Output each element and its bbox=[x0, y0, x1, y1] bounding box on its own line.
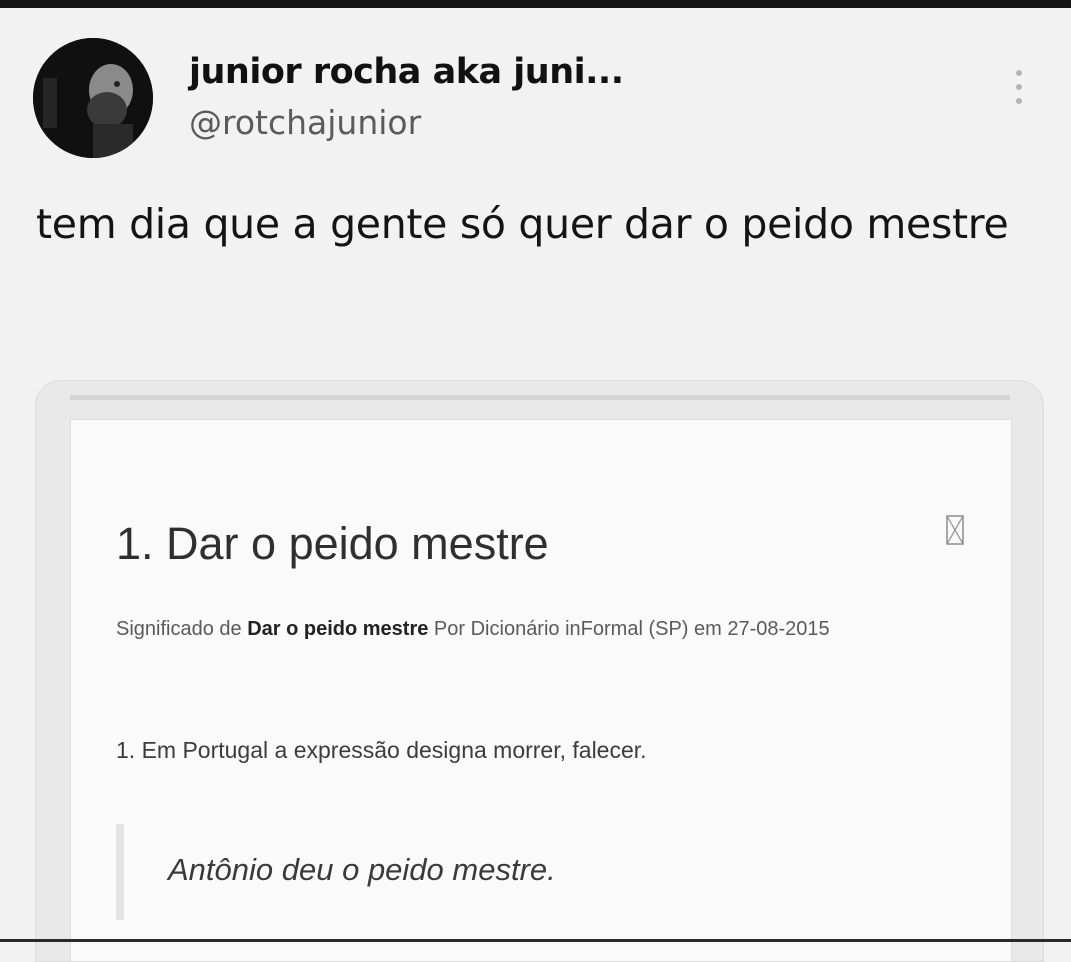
avatar[interactable] bbox=[33, 38, 153, 158]
entry-meta: Significado de Dar o peido mestre Por Di… bbox=[116, 610, 976, 649]
tweet-media[interactable]: 1. Dar o peido mestre Significado de Dar… bbox=[35, 380, 1044, 962]
dictionary-card: 1. Dar o peido mestre Significado de Dar… bbox=[70, 419, 1012, 961]
quote-bar bbox=[116, 824, 124, 920]
media-top-bar bbox=[70, 395, 1010, 400]
broken-image-icon bbox=[946, 515, 964, 545]
avatar-photo-icon bbox=[33, 38, 153, 158]
more-vertical-icon[interactable] bbox=[1005, 62, 1033, 112]
top-edge bbox=[0, 0, 1071, 8]
example-quote: Antônio deu o peido mestre. bbox=[168, 852, 556, 887]
user-handle[interactable]: @rotchajunior bbox=[189, 98, 624, 148]
user-block: junior rocha aka juni... @rotchajunior bbox=[189, 46, 624, 148]
meta-suffix: Por Dicionário inFormal (SP) em 27-08-20… bbox=[428, 618, 830, 640]
tweet-text: tem dia que a gente só quer dar o peido … bbox=[36, 200, 1009, 248]
entry-title: 1. Dar o peido mestre bbox=[116, 518, 549, 569]
meta-term: Dar o peido mestre bbox=[247, 618, 429, 640]
definition-text: 1. Em Portugal a expressão designa morre… bbox=[116, 737, 647, 763]
display-name[interactable]: junior rocha aka juni... bbox=[189, 46, 624, 98]
meta-prefix: Significado de bbox=[116, 618, 248, 640]
